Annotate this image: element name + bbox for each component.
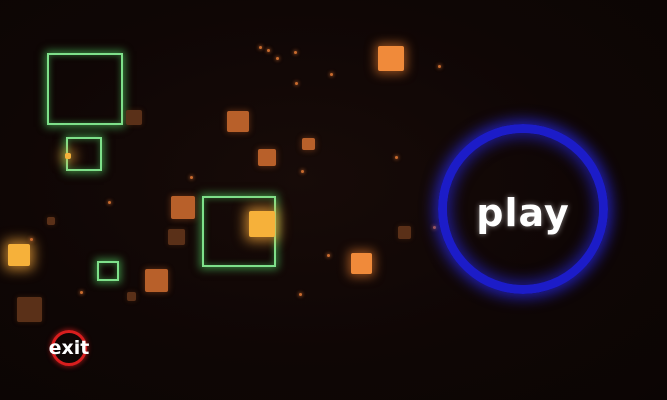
particle-dot [327, 254, 330, 257]
play-button[interactable]: play [438, 124, 608, 294]
orange-square [8, 244, 30, 266]
orange-square [127, 292, 136, 301]
play-label: play [476, 191, 570, 235]
orange-square [145, 269, 168, 292]
orange-square [378, 46, 404, 71]
orange-square [249, 211, 275, 237]
particle-dot [299, 293, 302, 296]
orange-square [302, 138, 315, 150]
particle-dot [259, 46, 262, 49]
orange-square [168, 229, 185, 245]
exit-label: exit [48, 337, 90, 359]
orange-square [126, 110, 142, 125]
particle-dot [267, 49, 270, 52]
orange-square [47, 217, 55, 225]
particle-dot [301, 170, 304, 173]
game-menu-screen: play exit [0, 0, 667, 400]
green-outline-square [66, 137, 102, 171]
particle-dot [330, 73, 333, 76]
particle-dot [295, 82, 298, 85]
orange-square [65, 153, 71, 159]
orange-square [398, 226, 411, 239]
particle-dot [30, 238, 33, 241]
particle-dot [395, 156, 398, 159]
orange-square [351, 253, 372, 274]
particle-dot [438, 65, 441, 68]
particle-dot [294, 51, 297, 54]
particle-dot [433, 226, 436, 229]
particle-dot [190, 176, 193, 179]
green-outline-square [97, 261, 119, 281]
particle-dot [108, 201, 111, 204]
orange-square [171, 196, 195, 219]
green-outline-square [47, 53, 123, 125]
orange-square [17, 297, 42, 322]
particle-dot [80, 291, 83, 294]
orange-square [258, 149, 276, 166]
exit-button[interactable]: exit [38, 330, 100, 368]
particle-dot [276, 57, 279, 60]
orange-square [227, 111, 249, 132]
